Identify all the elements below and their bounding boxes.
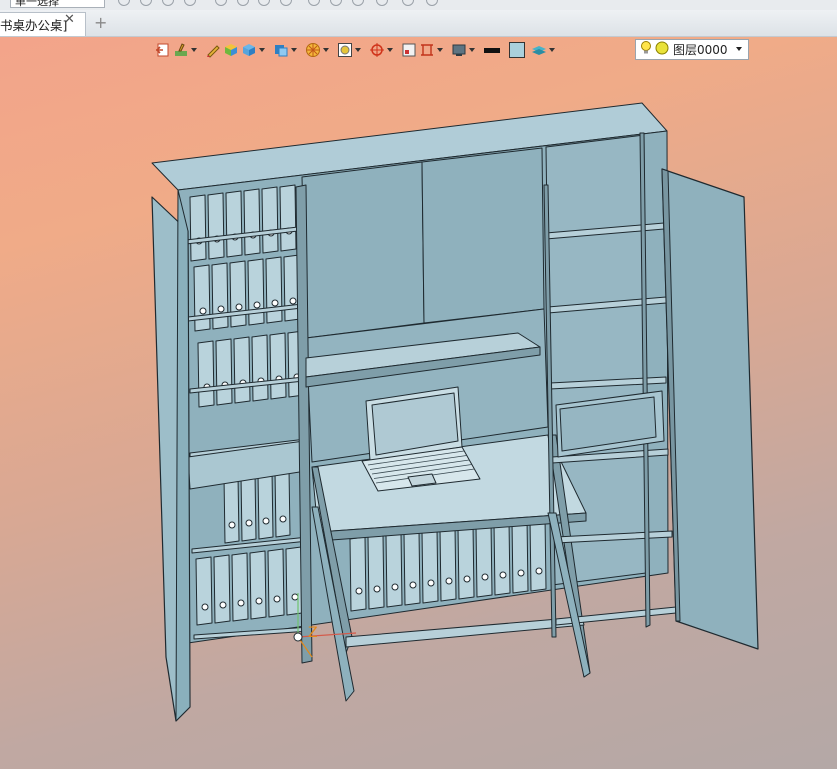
binder-ring [253, 301, 261, 309]
binder-ring [262, 517, 270, 525]
binder-spine [269, 332, 287, 400]
circle-icon[interactable] [258, 0, 270, 6]
settings-icon[interactable] [402, 0, 414, 6]
new-tab-button[interactable]: + [94, 13, 107, 32]
binder-spine [403, 530, 421, 606]
tools-icon[interactable] [426, 0, 438, 6]
binder-spine [229, 260, 247, 328]
binder-spine [207, 192, 225, 260]
binder-spine [385, 532, 403, 608]
point-icon[interactable] [308, 0, 320, 6]
binder-spine [421, 528, 439, 604]
binder-spine [231, 552, 249, 622]
binder-spine [529, 516, 547, 592]
binder-ring [199, 307, 207, 315]
spline-icon[interactable] [330, 0, 342, 6]
3d-viewport[interactable]: 图层0000 Z [0, 37, 837, 769]
binder-spine [211, 262, 229, 330]
binder-spine [493, 520, 511, 596]
binder-spine [223, 474, 240, 544]
pan-icon[interactable] [184, 0, 196, 6]
binder-ring [237, 599, 245, 607]
binder-ring [228, 521, 236, 529]
binder-ring [201, 603, 209, 611]
binder-spine [511, 518, 529, 594]
binder-ring [409, 581, 417, 589]
ellipse-icon[interactable] [280, 0, 292, 6]
cursor-icon[interactable] [118, 0, 130, 6]
select-icon[interactable] [140, 0, 152, 6]
binder-ring [279, 515, 287, 523]
binder-ring [355, 587, 363, 595]
binder-ring [499, 571, 507, 579]
binder-ring [481, 573, 489, 581]
binder-spine [193, 264, 211, 332]
binder-ring [463, 575, 471, 583]
binder-ring [273, 595, 281, 603]
binder-spine [249, 550, 267, 620]
binder-spine [243, 188, 261, 256]
triad-origin [293, 632, 303, 642]
upper-door-right [421, 147, 545, 324]
binder-ring [235, 303, 243, 311]
document-tab-bar: 书桌办公桌] ✕ + [0, 10, 837, 37]
binder-spine [274, 468, 291, 538]
binder-ring [427, 579, 435, 587]
trim-icon[interactable] [376, 0, 388, 6]
binder-ring [289, 297, 297, 305]
binder-spine [247, 258, 265, 326]
binder-spine [349, 536, 367, 612]
binder-ring [391, 583, 399, 591]
binder-spine [439, 526, 457, 602]
binder-spine [475, 522, 493, 598]
binder-spine [233, 336, 251, 404]
close-icon[interactable]: ✕ [64, 12, 75, 27]
binder-spine [367, 534, 385, 610]
binder-spine [251, 334, 269, 402]
binder-ring [245, 519, 253, 527]
polyline-icon[interactable] [352, 0, 364, 6]
binder-ring [535, 567, 543, 575]
arc-icon[interactable] [237, 0, 249, 6]
binder-spine [215, 338, 233, 406]
binder-spine [240, 472, 257, 542]
tab-label: 书桌办公桌] [0, 18, 68, 33]
binder-spine [279, 184, 297, 252]
binder-ring [291, 593, 299, 601]
binder-spine [213, 554, 231, 624]
left-door-edge [175, 189, 191, 722]
z-axis-label: Z [308, 625, 318, 641]
selection-filter-dropdown[interactable]: 单一选择 [10, 0, 105, 8]
binder-ring [217, 305, 225, 313]
binder-spine [285, 546, 303, 616]
line-icon[interactable] [215, 0, 227, 6]
binder-spine [189, 194, 207, 262]
binder-ring [271, 299, 279, 307]
binder-spine [195, 556, 213, 626]
binder-ring [373, 585, 381, 593]
cabinet-model[interactable]: Z [0, 37, 837, 769]
binder-ring [255, 597, 263, 605]
binder-ring [445, 577, 453, 585]
binder-spine [457, 524, 475, 600]
binder-spine [261, 186, 279, 254]
binder-spine [265, 256, 283, 324]
desk-base [345, 616, 585, 648]
binder-ring [517, 569, 525, 577]
rotate-icon[interactable] [162, 0, 174, 6]
upper-door-left [301, 161, 425, 339]
binder-spine [197, 340, 215, 408]
binder-spine [267, 548, 285, 618]
binder-ring [219, 601, 227, 609]
binder-spine [225, 190, 243, 258]
binder-spine [257, 470, 274, 540]
